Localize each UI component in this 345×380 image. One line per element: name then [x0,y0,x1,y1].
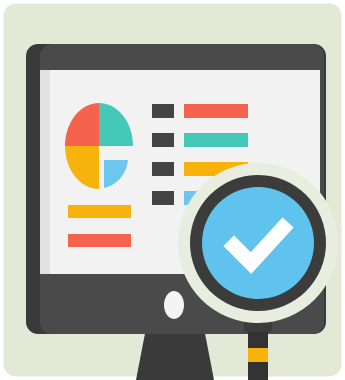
summary-bar-yellow [68,205,131,218]
lens-glass [202,187,314,299]
monitor-magnifier-illustration [0,0,345,380]
illustration-frame [0,0,345,380]
power-button [164,291,184,319]
list-bullet [152,162,174,176]
summary-bar-red [68,234,131,247]
magnifier-handle-band [248,348,268,362]
list-bullet [152,133,174,147]
list-bar [184,133,248,147]
list-bullet [152,104,174,118]
list-bar [184,104,248,118]
list-bullet [152,191,174,205]
